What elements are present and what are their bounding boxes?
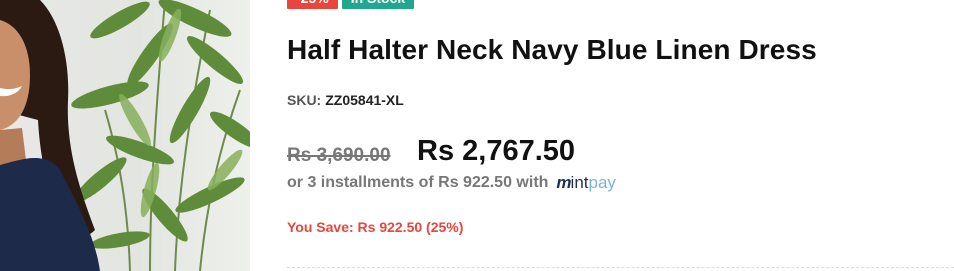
installments-text: or 3 installments of Rs 922.50 with <box>287 174 549 191</box>
mintpay-logo[interactable]: m int pay <box>556 173 616 193</box>
sku-value: ZZ05841-XL <box>325 92 404 108</box>
sale-price: Rs 2,767.50 <box>417 135 576 167</box>
mintpay-logo-pay: pay <box>588 173 616 192</box>
installments-row: or 3 installments of Rs 922.50 with m int… <box>287 173 616 193</box>
sku-label: SKU: <box>287 92 322 108</box>
mintpay-mark-icon: m <box>556 173 571 192</box>
stock-badge: In Stock <box>341 0 415 9</box>
section-divider <box>287 267 954 268</box>
sale-badge: -25% <box>287 0 338 9</box>
savings-text: You Save: Rs 922.50 (25%) <box>287 219 464 235</box>
original-price: Rs 3,690.00 <box>287 145 391 166</box>
product-image[interactable] <box>0 0 250 271</box>
product-photo-illustration <box>0 0 250 271</box>
product-title: Half Halter Neck Navy Blue Linen Dress <box>287 34 817 65</box>
mintpay-logo-int: int <box>570 173 589 192</box>
product-badges: -25% In Stock <box>287 0 415 9</box>
sku-row: SKU: ZZ05841-XL <box>287 92 404 108</box>
